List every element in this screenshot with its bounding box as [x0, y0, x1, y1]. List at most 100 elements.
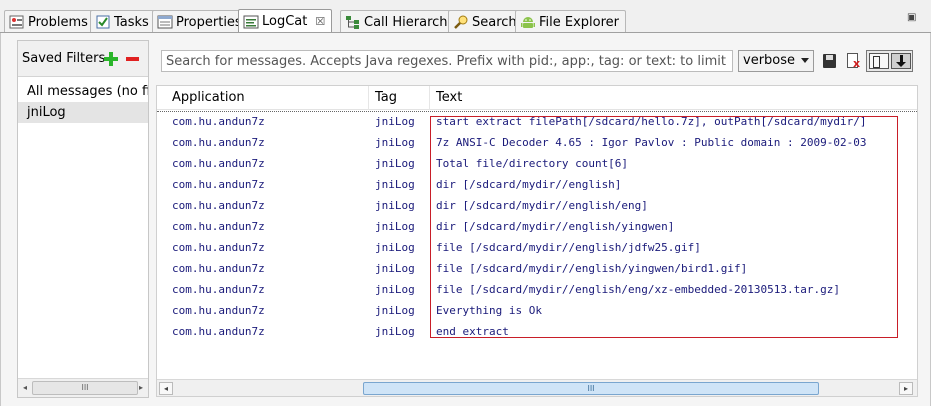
- table-row[interactable]: com.hu.andun7z jniLog dir [/sdcard/mydir//…: [157, 196, 917, 217]
- tab-logcat[interactable]: LogCat ☒: [238, 9, 333, 33]
- save-icon[interactable]: [821, 52, 839, 70]
- row-tag: jniLog: [375, 157, 415, 170]
- row-tag: jniLog: [375, 262, 415, 275]
- search-input[interactable]: [161, 50, 733, 72]
- row-text: start extract filePath[/sdcard/hello.7z]…: [436, 115, 867, 128]
- scroll-right-icon[interactable]: ▸: [136, 383, 146, 393]
- search-icon: [454, 15, 468, 29]
- row-tag: jniLog: [375, 178, 415, 191]
- properties-icon: [157, 15, 173, 29]
- row-application: com.hu.andun7z: [172, 136, 265, 149]
- tab-label: Search: [472, 14, 517, 30]
- filters-horizontal-scrollbar[interactable]: ◂ III ▸: [18, 378, 148, 397]
- row-application: com.hu.andun7z: [172, 283, 265, 296]
- table-row[interactable]: com.hu.andun7z jniLog file [/sdcard/mydir/…: [157, 280, 917, 301]
- log-horizontal-scrollbar[interactable]: ◂ III ▸: [157, 379, 917, 396]
- row-application: com.hu.andun7z: [172, 220, 265, 233]
- log-level-value: verbose: [743, 53, 796, 68]
- view-toggle-group: [866, 50, 913, 72]
- close-icon[interactable]: ☒: [315, 15, 325, 28]
- remove-filter-icon[interactable]: [126, 57, 139, 61]
- call-hierarchy-icon: [346, 16, 359, 29]
- log-table: Application Tag Text com.hu.andun7z jniLo…: [156, 85, 918, 397]
- clear-log-icon[interactable]: x: [845, 52, 863, 70]
- row-application: com.hu.andun7z: [172, 157, 265, 170]
- row-tag: jniLog: [375, 199, 415, 212]
- table-row[interactable]: com.hu.andun7z jniLog file [/sdcard/mydir/…: [157, 259, 917, 280]
- tab-tasks[interactable]: Tasks: [90, 10, 156, 33]
- row-text: dir [/sdcard/mydir//english]: [436, 178, 622, 191]
- scroll-left-icon[interactable]: ◂: [20, 383, 30, 393]
- tab-search[interactable]: Search: [448, 10, 524, 33]
- row-tag: jniLog: [375, 325, 415, 338]
- table-row[interactable]: com.hu.andun7z jniLog dir [/sdcard/mydir//…: [157, 217, 917, 238]
- bottom-strip: [0, 406, 931, 411]
- scroll-lock-icon[interactable]: [891, 53, 911, 69]
- tab-label: Problems: [28, 14, 88, 30]
- filter-item-all-messages[interactable]: All messages (no filters): [18, 81, 148, 102]
- scrollbar-thumb[interactable]: III: [32, 381, 138, 395]
- tab-label: Properties: [176, 14, 242, 30]
- restore-view-icon[interactable]: ▣: [907, 12, 917, 23]
- row-tag: jniLog: [375, 136, 415, 149]
- tab-problems[interactable]: Problems: [4, 10, 95, 33]
- log-rows: com.hu.andun7z jniLog start extract filePa…: [157, 112, 917, 343]
- tab-label: LogCat: [262, 14, 308, 29]
- row-tag: jniLog: [375, 220, 415, 233]
- row-application: com.hu.andun7z: [172, 262, 265, 275]
- toggle-filters-pane-icon[interactable]: [869, 53, 889, 69]
- saved-filters-pane: Saved Filters All messages (no filters) …: [17, 40, 149, 398]
- row-tag: jniLog: [375, 241, 415, 254]
- column-header-text[interactable]: Text: [430, 86, 917, 110]
- row-tag: jniLog: [375, 283, 415, 296]
- view-tab-bar: Problems Tasks Properties LogCat ☒ Call …: [0, 0, 931, 33]
- problems-icon: [9, 15, 24, 29]
- add-filter-icon[interactable]: [104, 52, 118, 66]
- filters-divider: [18, 76, 148, 77]
- log-level-select[interactable]: verbose: [738, 50, 814, 72]
- row-text: 7z ANSI-C Decoder 4.65 : Igor Pavlov : P…: [436, 136, 867, 149]
- table-row[interactable]: com.hu.andun7z jniLog start extract filePa…: [157, 112, 917, 133]
- row-tag: jniLog: [375, 115, 415, 128]
- row-text: dir [/sdcard/mydir//english/eng]: [436, 199, 648, 212]
- tab-call-hierarchy[interactable]: Call Hierarchy: [340, 10, 463, 33]
- tab-label: File Explorer: [539, 14, 620, 30]
- row-text: end extract: [436, 325, 509, 338]
- row-tag: jniLog: [375, 304, 415, 317]
- logcat-icon: [243, 15, 259, 28]
- row-text: file [/sdcard/mydir//english/eng/xz-embe…: [436, 283, 840, 296]
- row-application: com.hu.andun7z: [172, 325, 265, 338]
- row-text: Total file/directory count[6]: [436, 157, 629, 170]
- column-header-tag[interactable]: Tag: [369, 86, 430, 110]
- row-text: Everything is Ok: [436, 304, 542, 317]
- row-application: com.hu.andun7z: [172, 304, 265, 317]
- table-row[interactable]: com.hu.andun7z jniLog Everything is Ok: [157, 301, 917, 322]
- column-header-application[interactable]: Application: [166, 86, 369, 110]
- table-row[interactable]: com.hu.andun7z jniLog end extract: [157, 322, 917, 343]
- row-application: com.hu.andun7z: [172, 178, 265, 191]
- table-row[interactable]: com.hu.andun7z jniLog 7z ANSI-C Decoder 4.…: [157, 133, 917, 154]
- filter-item-jnilog[interactable]: jniLog: [18, 102, 148, 123]
- tab-label: Tasks: [114, 14, 149, 30]
- row-application: com.hu.andun7z: [172, 241, 265, 254]
- row-application: com.hu.andun7z: [172, 115, 265, 128]
- android-icon: [521, 17, 535, 28]
- chevron-down-icon: [801, 58, 809, 63]
- saved-filters-header: Saved Filters: [18, 41, 148, 76]
- scrollbar-thumb[interactable]: III: [363, 382, 819, 395]
- row-text: file [/sdcard/mydir//english/yingwen/bir…: [436, 262, 748, 275]
- row-application: com.hu.andun7z: [172, 199, 265, 212]
- tab-properties[interactable]: Properties: [152, 10, 249, 33]
- log-table-header: Application Tag Text: [157, 86, 917, 110]
- scroll-left-icon[interactable]: ◂: [159, 382, 173, 395]
- row-text: dir [/sdcard/mydir//english/yingwen]: [436, 220, 675, 233]
- tab-file-explorer[interactable]: File Explorer: [515, 10, 627, 33]
- table-row[interactable]: com.hu.andun7z jniLog dir [/sdcard/mydir//…: [157, 175, 917, 196]
- table-row[interactable]: com.hu.andun7z jniLog Total file/directory…: [157, 154, 917, 175]
- scroll-right-icon[interactable]: ▸: [899, 382, 913, 395]
- table-row[interactable]: com.hu.andun7z jniLog file [/sdcard/mydir/…: [157, 238, 917, 259]
- row-text: file [/sdcard/mydir//english/jdfw25.gif]: [436, 241, 701, 254]
- saved-filters-title: Saved Filters: [22, 51, 106, 66]
- tab-label: Call Hierarchy: [364, 14, 456, 30]
- tasks-icon: [96, 15, 110, 29]
